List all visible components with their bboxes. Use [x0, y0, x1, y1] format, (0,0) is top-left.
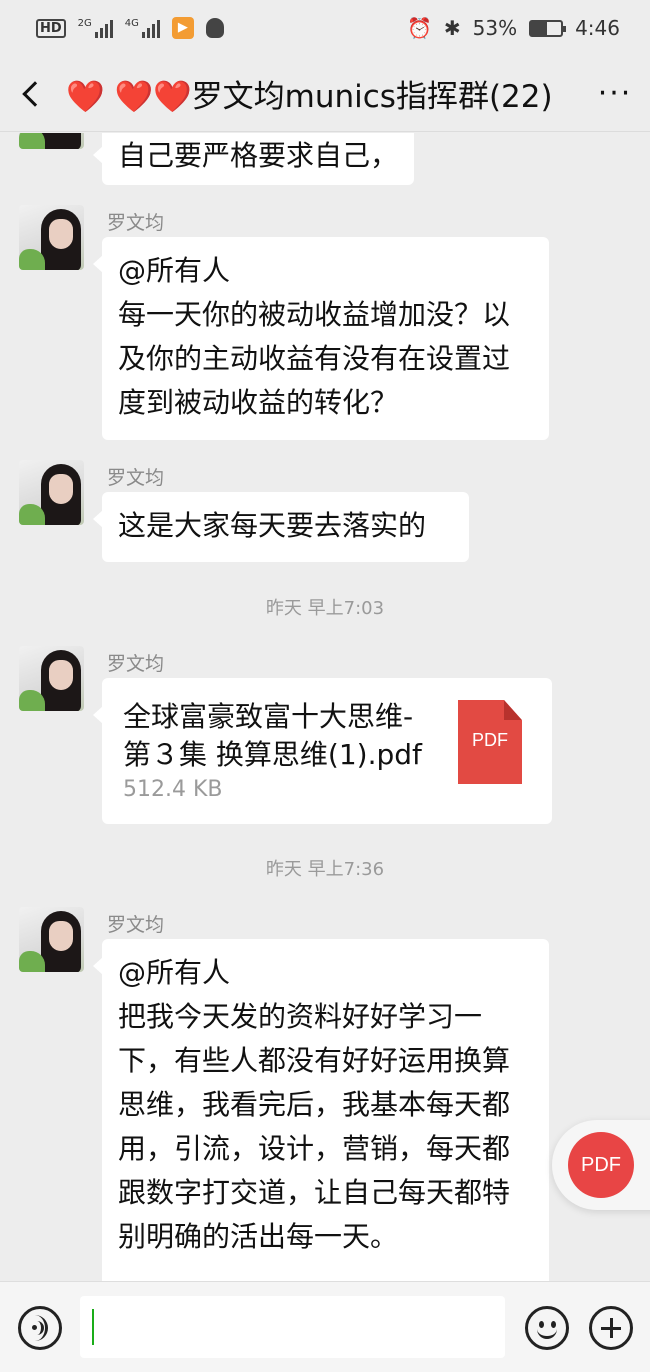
- sender-name: 罗文均: [107, 467, 165, 489]
- message-text: 自己要严格要求自己，: [118, 139, 399, 172]
- sender-name: 罗文均: [107, 914, 165, 936]
- floating-pdf-button[interactable]: PDF: [552, 1120, 650, 1210]
- signal-4g-icon: 4G: [125, 18, 160, 38]
- input-bar: [0, 1281, 650, 1372]
- timestamp: 昨天 早上7:03: [265, 598, 385, 619]
- sender-name: 罗文均: [107, 653, 165, 675]
- clock: 4:46: [575, 16, 620, 40]
- message-line: 用，引流，设计，营销，每天都: [118, 1132, 511, 1165]
- message-line: 及你的主动收益有没有在设置过: [118, 342, 511, 375]
- back-arrow-icon: [22, 80, 48, 107]
- file-name: 全球富豪致富十大思维- 第３集 换算思维(1).pdf: [123, 700, 422, 771]
- status-right: ⏰ ✱ 53% 4:46: [407, 16, 620, 40]
- status-bar: HD 2G 4G ▶ ⏰ ✱ 53% 4:46: [0, 0, 650, 56]
- message-line: 下，有些人都没有好好运用换算: [118, 1044, 511, 1077]
- file-message[interactable]: 全球富豪致富十大思维- 第３集 换算思维(1).pdf 512.4 KB PDF: [93, 678, 552, 824]
- avatar[interactable]: [19, 133, 84, 149]
- chat-title: ❤️ ❤️❤️罗文均munics指挥群(22): [66, 79, 553, 115]
- file-size: 512.4 KB: [123, 777, 223, 802]
- more-actions-button[interactable]: [589, 1306, 633, 1350]
- pdf-file-icon: PDF: [458, 700, 522, 784]
- video-app-icon: ▶: [171, 17, 194, 39]
- sender-name: 罗文均: [107, 212, 165, 234]
- message-text: 这是大家每天要去落实的: [118, 509, 427, 542]
- message-line: @所有人: [118, 254, 231, 287]
- avatar[interactable]: [19, 205, 84, 270]
- battery-percent: 53%: [472, 16, 518, 40]
- back-button[interactable]: [0, 56, 60, 132]
- message-line: 把我今天发的资料好好学习一: [118, 1000, 483, 1033]
- text-caret: [92, 1309, 94, 1345]
- chat-area[interactable]: 自己要严格要求自己， 罗文均 @所有人 每一天你的被动收益增加没？以 及你的主动…: [0, 133, 650, 1281]
- message-line: 每一天你的被动收益增加没？以: [118, 298, 511, 331]
- alarm-icon: ⏰: [406, 16, 432, 40]
- message-line: 别明确的活出每一天。: [118, 1220, 399, 1253]
- emoji-icon: [539, 1321, 544, 1328]
- status-left: HD 2G 4G ▶: [36, 17, 224, 39]
- chat-header: ❤️ ❤️❤️罗文均munics指挥群(22) ···: [0, 56, 650, 132]
- battery-icon: [529, 19, 567, 37]
- avatar[interactable]: [19, 907, 84, 972]
- message-line: 跟数字打交道，让自己每天都特: [118, 1176, 511, 1209]
- hd-badge: HD: [36, 18, 66, 38]
- pdf-icon: PDF: [568, 1132, 634, 1198]
- avatar[interactable]: [19, 460, 84, 525]
- message-line: 度到被动收益的转化？: [118, 386, 399, 419]
- message-bubble[interactable]: @所有人 把我今天发的资料好好学习一 下，有些人都没有好好运用换算 思维，我看完…: [93, 939, 549, 1281]
- message-input[interactable]: [80, 1296, 505, 1358]
- qq-icon: [205, 18, 224, 38]
- avatar[interactable]: [19, 646, 84, 711]
- emoji-button[interactable]: [525, 1306, 569, 1350]
- bluetooth-icon: ✱: [443, 16, 461, 40]
- message-bubble[interactable]: @所有人 每一天你的被动收益增加没？以 及你的主动收益有没有在设置过 度到被动收…: [93, 237, 549, 440]
- message-line: 思维，我看完后，我基本每天都: [118, 1088, 511, 1121]
- message-bubble[interactable]: 自己要严格要求自己，: [92, 133, 415, 185]
- message-bubble[interactable]: 这是大家每天要去落实的: [93, 492, 469, 562]
- signal-2g-icon: 2G: [78, 18, 113, 38]
- more-button[interactable]: ···: [580, 56, 650, 132]
- timestamp: 昨天 早上7:36: [265, 859, 385, 880]
- message-line: @所有人: [118, 956, 231, 989]
- voice-button[interactable]: [18, 1306, 62, 1350]
